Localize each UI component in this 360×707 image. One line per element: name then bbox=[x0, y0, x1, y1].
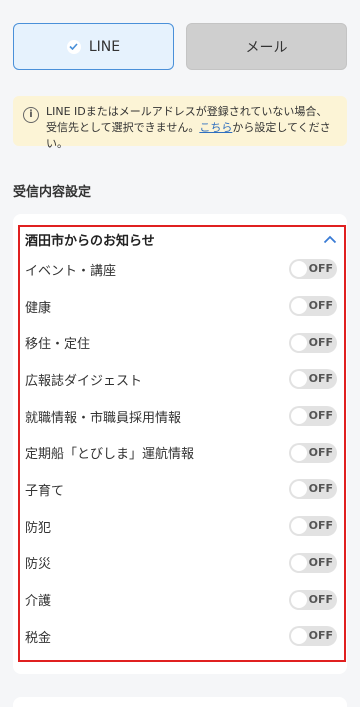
toggle-state-label: OFF bbox=[308, 592, 333, 606]
toggle-state-label: OFF bbox=[308, 299, 333, 313]
section-title: 受信内容設定 bbox=[13, 185, 92, 200]
toggle-state-label: OFF bbox=[308, 335, 333, 349]
item-label: 防災 bbox=[25, 557, 52, 573]
notification-toggle[interactable]: OFF bbox=[289, 296, 337, 317]
list-item: 広報誌ダイジェスト OFF bbox=[25, 361, 337, 398]
toggle-state-label: OFF bbox=[308, 445, 333, 459]
notice-box: i LINE IDまたはメールアドレスが登録されていない場合、受信先として選択で… bbox=[13, 96, 347, 150]
list-item: 定期船「とびしま」運航情報 OFF bbox=[25, 434, 337, 471]
toggle-knob bbox=[291, 444, 307, 461]
mail-channel-button[interactable]: メール bbox=[186, 23, 347, 70]
toggle-knob bbox=[291, 481, 307, 498]
list-item: 防災 OFF bbox=[25, 545, 337, 582]
settings-link[interactable]: こちら bbox=[199, 121, 232, 134]
item-label: 介護 bbox=[25, 594, 52, 610]
toggle-knob bbox=[291, 628, 307, 645]
notification-toggle[interactable]: OFF bbox=[289, 442, 337, 463]
toggle-knob bbox=[291, 298, 307, 315]
toggle-knob bbox=[291, 554, 307, 571]
notification-toggle[interactable]: OFF bbox=[289, 406, 337, 427]
toggle-knob bbox=[291, 371, 307, 388]
notification-toggle[interactable]: OFF bbox=[289, 259, 337, 280]
notification-toggle[interactable]: OFF bbox=[289, 516, 337, 537]
item-label: 防犯 bbox=[25, 520, 52, 536]
list-item: 就職情報・市職員採用情報 OFF bbox=[25, 398, 337, 435]
toggle-state-label: OFF bbox=[308, 482, 333, 496]
notification-toggle[interactable]: OFF bbox=[289, 479, 337, 500]
category-item-list: イベント・講座 OFF 健康 OFF 移住・定住 OFF 広報誌ダイジェスト OFF 就職情報・… bbox=[25, 251, 337, 655]
item-label: 税金 bbox=[25, 630, 52, 646]
toggle-state-label: OFF bbox=[308, 409, 333, 423]
list-item: 健康 OFF bbox=[25, 288, 337, 325]
list-item: 防犯 OFF bbox=[25, 508, 337, 545]
toggle-state-label: OFF bbox=[308, 519, 333, 533]
item-label: 定期船「とびしま」運航情報 bbox=[25, 447, 195, 463]
item-label: 広報誌ダイジェスト bbox=[25, 373, 143, 389]
toggle-state-label: OFF bbox=[308, 262, 333, 276]
toggle-knob bbox=[291, 334, 307, 351]
info-icon: i bbox=[23, 107, 39, 123]
notification-toggle[interactable]: OFF bbox=[289, 626, 337, 647]
channel-selector: LINE メール bbox=[13, 23, 347, 70]
item-label: 健康 bbox=[25, 300, 52, 316]
list-item: 移住・定住 OFF bbox=[25, 324, 337, 361]
toggle-state-label: OFF bbox=[308, 555, 333, 569]
mail-channel-label: メール bbox=[245, 39, 288, 56]
item-label: 移住・定住 bbox=[25, 337, 91, 353]
list-item: 介護 OFF bbox=[25, 581, 337, 618]
line-channel-button[interactable]: LINE bbox=[13, 23, 174, 70]
notification-toggle[interactable]: OFF bbox=[289, 589, 337, 610]
notice-text: LINE IDまたはメールアドレスが登録されていない場合、受信先として選択できま… bbox=[46, 104, 337, 152]
list-item: 税金 OFF bbox=[25, 618, 337, 655]
item-label: 子育て bbox=[25, 483, 65, 499]
line-channel-label: LINE bbox=[88, 38, 121, 55]
notification-toggle[interactable]: OFF bbox=[289, 552, 337, 573]
item-label: 就職情報・市職員採用情報 bbox=[25, 410, 182, 426]
category-header[interactable]: 酒田市からのお知らせ bbox=[25, 228, 337, 250]
toggle-state-label: OFF bbox=[308, 629, 333, 643]
category-title: 酒田市からのお知らせ bbox=[25, 233, 155, 249]
list-item: イベント・講座 OFF bbox=[25, 251, 337, 288]
notification-toggle[interactable]: OFF bbox=[289, 369, 337, 390]
item-label: イベント・講座 bbox=[25, 263, 117, 279]
toggle-knob bbox=[291, 591, 307, 608]
toggle-knob bbox=[291, 261, 307, 278]
check-icon bbox=[66, 39, 81, 54]
next-category-card bbox=[13, 697, 347, 707]
notification-toggle[interactable]: OFF bbox=[289, 332, 337, 353]
toggle-knob bbox=[291, 518, 307, 535]
list-item: 子育て OFF bbox=[25, 471, 337, 508]
toggle-state-label: OFF bbox=[308, 372, 333, 386]
chevron-up-icon[interactable] bbox=[323, 234, 337, 244]
toggle-knob bbox=[291, 408, 307, 425]
